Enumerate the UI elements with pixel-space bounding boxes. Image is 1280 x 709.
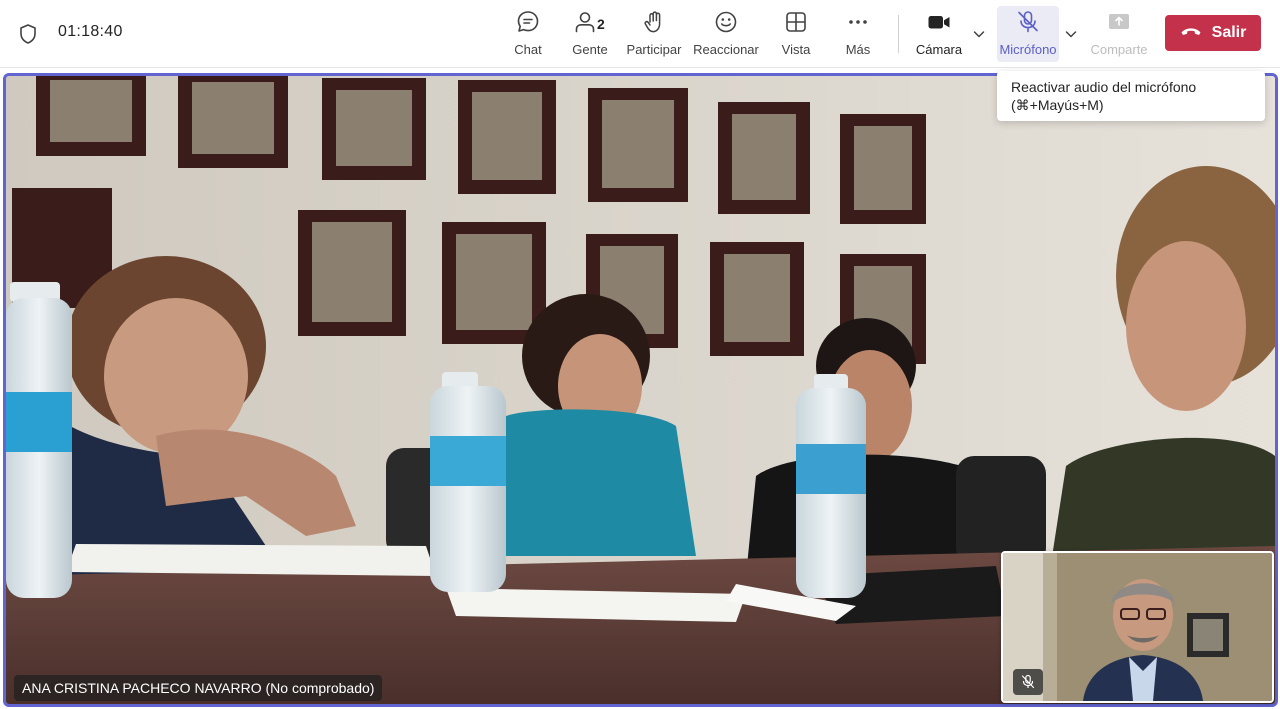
self-view-video-tile[interactable] xyxy=(1001,551,1274,703)
mic-tooltip-text: Reactivar audio del micrófono xyxy=(1011,79,1197,95)
hand-icon xyxy=(640,8,668,36)
people-button[interactable]: 2 Gente xyxy=(570,8,610,62)
video-camera-icon xyxy=(925,8,953,36)
self-muted-mic-icon xyxy=(1013,669,1043,695)
view-label: Vista xyxy=(781,42,811,57)
react-label: Reaccionar xyxy=(693,42,759,57)
more-button[interactable]: Más xyxy=(841,8,875,62)
leave-label: Salir xyxy=(1211,24,1247,41)
phone-hangup-icon xyxy=(1180,24,1202,43)
leave-button[interactable]: Salir xyxy=(1165,15,1261,51)
share-tray-icon xyxy=(1105,8,1133,36)
camera-options-chevron-icon[interactable] xyxy=(971,26,987,42)
more-label: Más xyxy=(845,42,871,57)
mic-options-chevron-icon[interactable] xyxy=(1063,26,1079,42)
people-icon xyxy=(571,8,599,36)
raise-hand-button[interactable]: Participar xyxy=(626,8,682,62)
shield-icon[interactable] xyxy=(16,22,40,46)
grid-icon xyxy=(782,8,810,36)
chat-bubble-icon xyxy=(514,8,542,36)
view-button[interactable]: Vista xyxy=(779,8,813,62)
toolbar-divider xyxy=(898,15,899,53)
ellipsis-icon xyxy=(844,8,872,36)
meeting-toolbar: 01:18:40 Chat 2 Gente Participar Reaccio… xyxy=(0,0,1280,68)
people-label: Gente xyxy=(572,42,608,57)
camera-button[interactable]: Cámara xyxy=(914,8,964,62)
participant-name-label: ANA CRISTINA PACHECO NAVARRO (No comprob… xyxy=(14,675,383,701)
raise-hand-label: Participar xyxy=(626,42,682,57)
mic-tooltip-shortcut: (⌘+Mayús+M) xyxy=(1011,97,1104,113)
smiley-icon xyxy=(712,8,740,36)
mic-button[interactable]: Micrófono xyxy=(997,8,1059,62)
share-button[interactable]: Comparte xyxy=(1090,8,1148,62)
call-timer: 01:18:40 xyxy=(58,23,123,40)
mic-tooltip: Reactivar audio del micrófono (⌘+Mayús+M… xyxy=(997,71,1265,121)
share-label: Comparte xyxy=(1090,42,1148,57)
camera-label: Cámara xyxy=(915,42,963,57)
react-button[interactable]: Reaccionar xyxy=(693,8,759,62)
mic-off-icon xyxy=(1014,8,1042,36)
chat-label: Chat xyxy=(514,42,542,57)
self-video-feed xyxy=(1003,553,1272,701)
mic-label: Micrófono xyxy=(999,42,1057,57)
people-count-badge: 2 xyxy=(597,16,605,32)
chat-button[interactable]: Chat xyxy=(510,8,546,62)
